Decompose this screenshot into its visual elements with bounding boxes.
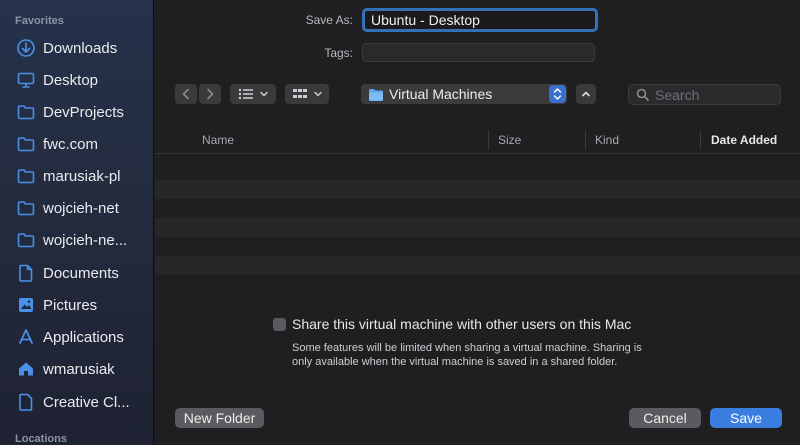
column-divider	[585, 130, 586, 150]
chevron-down-icon	[313, 91, 322, 97]
chevron-up-icon	[582, 91, 590, 97]
search-icon	[636, 88, 649, 101]
save-panel: Save As: Tags: Virtual Machines Name	[155, 0, 800, 445]
back-button[interactable]	[175, 84, 197, 104]
table-row	[155, 256, 800, 275]
home-icon	[16, 359, 36, 379]
file-list-header: Name Size Kind Date Added	[155, 126, 800, 154]
cancel-button[interactable]: Cancel	[629, 408, 701, 428]
table-row	[155, 218, 800, 237]
column-kind[interactable]: Kind	[595, 133, 619, 147]
collapse-button[interactable]	[576, 84, 596, 104]
sidebar-item-wmarusiak[interactable]: wmarusiak	[0, 355, 153, 383]
sidebar-item-label: Creative Cl...	[43, 393, 130, 411]
documents-icon	[16, 263, 36, 283]
share-note: Some features will be limited when shari…	[292, 342, 642, 368]
share-label: Share this virtual machine with other us…	[292, 316, 632, 332]
sidebar-item-label: Downloads	[43, 39, 118, 57]
locations-heading: Locations	[15, 433, 67, 445]
tags-input[interactable]	[362, 43, 595, 62]
sidebar-item-label: wojcieh-net	[43, 199, 119, 217]
sidebar: Favorites Downloads Desktop DevProjects …	[0, 0, 154, 445]
sidebar-item-label: Pictures	[43, 296, 98, 314]
search-input[interactable]	[655, 86, 775, 103]
table-row	[155, 199, 800, 218]
downloads-icon	[16, 38, 36, 58]
sidebar-item-label: Documents	[43, 264, 119, 282]
list-icon	[238, 88, 253, 100]
column-size[interactable]: Size	[498, 133, 521, 147]
column-date-added[interactable]: Date Added	[711, 133, 777, 147]
sidebar-item-label: wmarusiak	[43, 360, 115, 378]
grid-icon	[292, 89, 307, 98]
sidebar-item-desktop[interactable]: Desktop	[0, 66, 153, 94]
table-row	[155, 161, 800, 180]
forward-button[interactable]	[199, 84, 221, 104]
sidebar-item-pictures[interactable]: Pictures	[0, 291, 153, 319]
save-button[interactable]: Save	[710, 408, 782, 428]
new-folder-button[interactable]: New Folder	[175, 408, 264, 428]
chevron-left-icon	[182, 88, 189, 100]
folder-icon	[369, 88, 383, 101]
location-label: Virtual Machines	[389, 86, 493, 102]
chevron-right-icon	[207, 88, 214, 100]
chevron-down-icon	[259, 91, 268, 97]
table-row	[155, 237, 800, 256]
desktop-icon	[16, 70, 36, 90]
folder-icon	[16, 198, 36, 218]
folder-icon	[16, 166, 36, 186]
sidebar-item-marusiak-pl[interactable]: marusiak-pl	[0, 162, 153, 190]
list-view-button[interactable]	[230, 84, 276, 104]
column-name[interactable]: Name	[202, 133, 234, 147]
save-as-label: Save As:	[305, 13, 353, 27]
column-divider	[700, 130, 701, 150]
table-row	[155, 275, 800, 294]
folder-icon	[16, 230, 36, 250]
table-row	[155, 180, 800, 199]
options-area: Share this virtual machine with other us…	[155, 300, 800, 390]
tags-label: Tags:	[324, 46, 353, 60]
pictures-icon	[16, 295, 36, 315]
sidebar-item-fwc[interactable]: fwc.com	[0, 130, 153, 158]
sidebar-item-devprojects[interactable]: DevProjects	[0, 98, 153, 126]
sidebar-item-label: wojcieh-ne...	[43, 231, 128, 249]
file-icon	[16, 392, 36, 412]
location-stepper[interactable]	[549, 85, 566, 103]
sidebar-item-wojcieh-net[interactable]: wojcieh-net	[0, 194, 153, 222]
share-checkbox[interactable]	[273, 318, 286, 331]
location-popup[interactable]: Virtual Machines	[361, 84, 567, 104]
sidebar-item-applications[interactable]: Applications	[0, 323, 153, 351]
sidebar-item-label: Applications	[43, 328, 124, 346]
up-down-chevron-icon	[553, 88, 562, 100]
folder-icon	[16, 134, 36, 154]
sidebar-item-label: fwc.com	[43, 135, 99, 153]
column-divider	[488, 130, 489, 150]
sidebar-item-label: marusiak-pl	[43, 167, 121, 185]
sidebar-item-downloads[interactable]: Downloads	[0, 34, 153, 62]
grid-view-button[interactable]	[285, 84, 329, 104]
folder-icon	[16, 102, 36, 122]
sidebar-item-creative-cloud[interactable]: Creative Cl...	[0, 388, 153, 416]
sidebar-item-label: Desktop	[43, 71, 99, 89]
search-field[interactable]	[628, 84, 781, 105]
sidebar-item-label: DevProjects	[43, 103, 124, 121]
favorites-heading: Favorites	[15, 15, 64, 27]
save-as-input[interactable]	[362, 8, 598, 32]
sidebar-item-wojcieh-ne[interactable]: wojcieh-ne...	[0, 226, 153, 254]
sidebar-item-documents[interactable]: Documents	[0, 259, 153, 287]
applications-icon	[16, 327, 36, 347]
